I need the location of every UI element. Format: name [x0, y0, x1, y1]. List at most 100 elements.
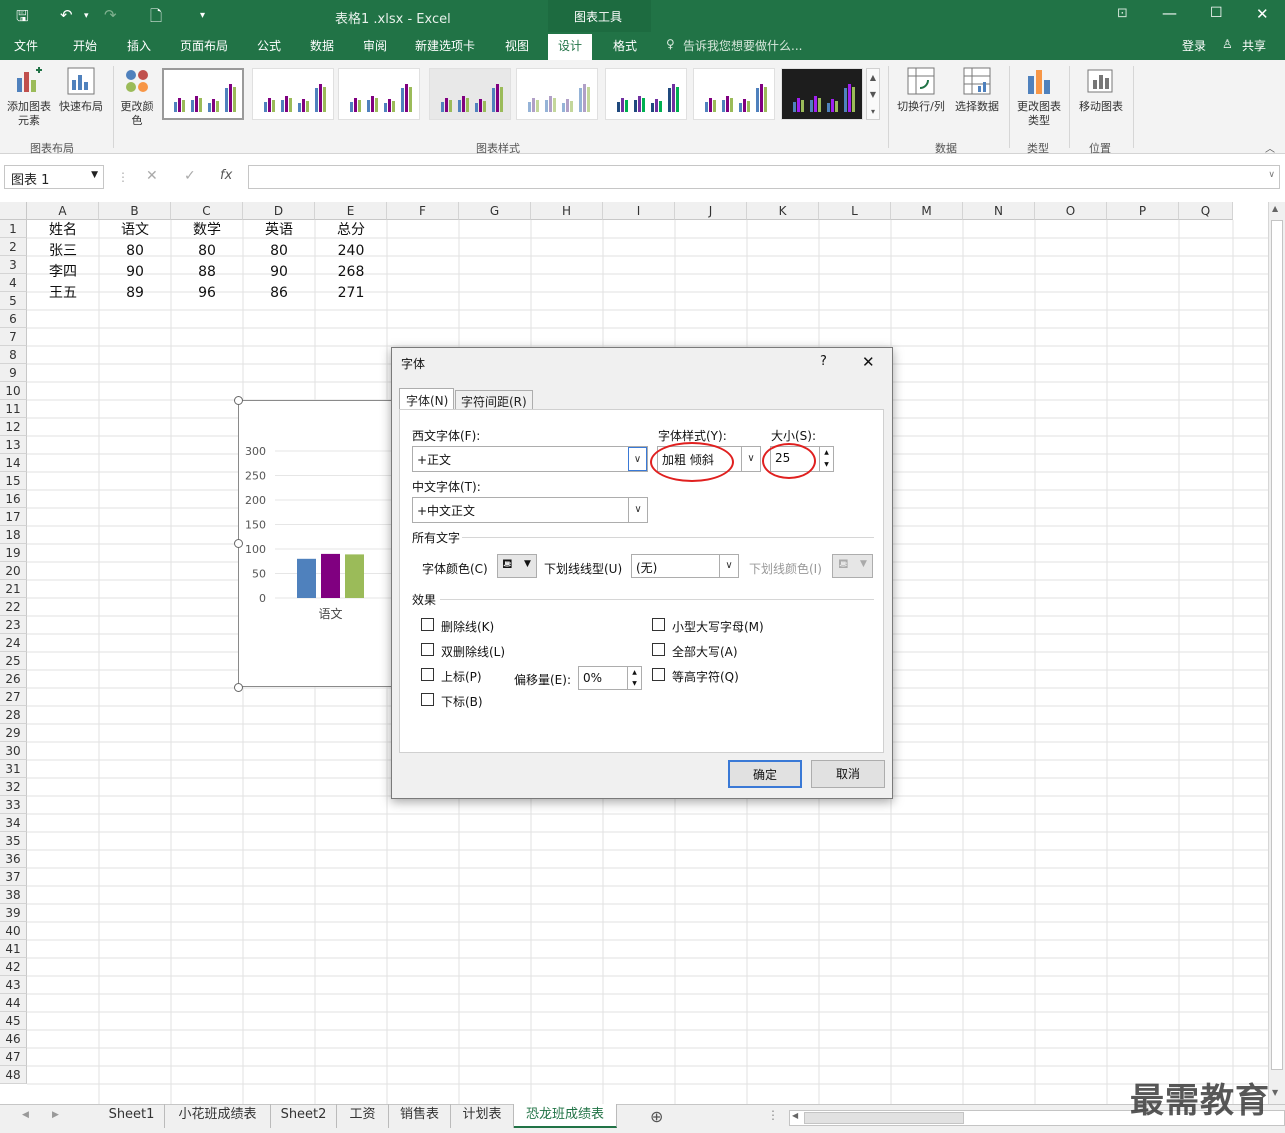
chart-resize-handle[interactable] — [234, 396, 243, 405]
row-header-3[interactable]: 3 — [0, 256, 27, 274]
tell-me-input[interactable]: 告诉我您想要做什么... — [683, 37, 802, 54]
add-sheet-icon[interactable]: ⊕ — [650, 1107, 663, 1126]
quick-layout-button[interactable]: 快速布局 — [56, 100, 106, 114]
row-header-48[interactable]: 48 — [0, 1066, 27, 1084]
column-header-d[interactable]: D — [243, 202, 315, 220]
row-header-22[interactable]: 22 — [0, 598, 27, 616]
row-header-8[interactable]: 8 — [0, 346, 27, 364]
column-header-q[interactable]: Q — [1179, 202, 1233, 220]
chevron-down-icon[interactable]: ∨ — [628, 498, 647, 522]
prev-sheet-icon[interactable]: ◀ — [22, 1110, 29, 1120]
row-header-7[interactable]: 7 — [0, 328, 27, 346]
vertical-scrollbar[interactable]: ▲ ▼ — [1268, 202, 1285, 1104]
subscript-checkbox[interactable] — [421, 693, 434, 706]
cell-b1[interactable]: 语文 — [99, 220, 171, 240]
select-all-corner[interactable] — [0, 202, 27, 220]
undo-icon[interactable]: ↶ — [60, 6, 73, 24]
row-header-44[interactable]: 44 — [0, 994, 27, 1012]
row-header-12[interactable]: 12 — [0, 418, 27, 436]
share-icon[interactable]: ♙ — [1222, 37, 1233, 51]
row-header-1[interactable]: 1 — [0, 220, 27, 238]
row-header-34[interactable]: 34 — [0, 814, 27, 832]
sheet-tab-sales[interactable]: 销售表 — [389, 1104, 451, 1128]
row-header-42[interactable]: 42 — [0, 958, 27, 976]
cell-a1[interactable]: 姓名 — [27, 220, 99, 240]
move-chart-button[interactable]: 移动图表 — [1074, 100, 1128, 114]
chevron-down-icon[interactable]: ∨ — [628, 447, 647, 471]
tab-file[interactable]: 文件 — [14, 37, 38, 54]
ribbon-display-icon[interactable]: ⊡ — [1117, 6, 1128, 21]
cell-c2[interactable]: 80 — [171, 241, 243, 261]
offset-input[interactable]: 0% ▲ ▼ — [578, 666, 642, 690]
chinese-font-select[interactable]: +中文正文 ∨ — [412, 497, 648, 523]
horizontal-scroll-thumb[interactable] — [804, 1112, 964, 1124]
row-header-9[interactable]: 9 — [0, 364, 27, 382]
undo-dropdown-icon[interactable]: ▾ — [84, 11, 89, 21]
row-header-39[interactable]: 39 — [0, 904, 27, 922]
offset-spin-down-icon[interactable]: ▼ — [627, 678, 641, 689]
tab-data[interactable]: 数据 — [310, 37, 334, 54]
row-header-46[interactable]: 46 — [0, 1030, 27, 1048]
chart-object[interactable]: 300 250 200 150 100 50 0 语文 — [238, 400, 399, 687]
sheet-tab-salary[interactable]: 工资 — [337, 1104, 389, 1128]
cell-d3[interactable]: 90 — [243, 262, 315, 282]
cell-e2[interactable]: 240 — [315, 241, 387, 261]
insert-function-icon[interactable]: fx — [220, 168, 232, 183]
sheet-tab-xiaohua[interactable]: 小花班成绩表 — [165, 1104, 271, 1128]
row-header-30[interactable]: 30 — [0, 742, 27, 760]
collapse-ribbon-icon[interactable]: ︿ — [1265, 140, 1275, 155]
tab-home[interactable]: 开始 — [73, 37, 97, 54]
superscript-checkbox[interactable] — [421, 668, 434, 681]
column-header-c[interactable]: C — [171, 202, 243, 220]
column-header-p[interactable]: P — [1107, 202, 1179, 220]
cancel-button[interactable]: 取消 — [811, 760, 885, 788]
maximize-icon[interactable]: ☐ — [1210, 5, 1223, 21]
all-caps-checkbox[interactable] — [652, 643, 665, 656]
row-header-21[interactable]: 21 — [0, 580, 27, 598]
row-header-36[interactable]: 36 — [0, 850, 27, 868]
row-header-29[interactable]: 29 — [0, 724, 27, 742]
row-header-31[interactable]: 31 — [0, 760, 27, 778]
add-chart-element-button[interactable]: 添加图表元素 — [2, 100, 56, 128]
cell-e4[interactable]: 271 — [315, 283, 387, 303]
save-icon[interactable]: 🖫 — [16, 6, 29, 31]
row-header-14[interactable]: 14 — [0, 454, 27, 472]
underline-style-select[interactable]: (无) ∨ — [631, 554, 739, 578]
equal-height-checkbox[interactable] — [652, 668, 665, 681]
vertical-scroll-thumb[interactable] — [1271, 220, 1283, 1070]
row-header-38[interactable]: 38 — [0, 886, 27, 904]
tab-view[interactable]: 视图 — [505, 37, 529, 54]
row-header-33[interactable]: 33 — [0, 796, 27, 814]
tab-character-spacing[interactable]: 字符间距(R) — [455, 390, 533, 410]
row-header-27[interactable]: 27 — [0, 688, 27, 706]
column-header-n[interactable]: N — [963, 202, 1035, 220]
sheet-tab-konglong[interactable]: 恐龙班成绩表 — [514, 1104, 617, 1128]
column-header-a[interactable]: A — [27, 202, 99, 220]
column-header-i[interactable]: I — [603, 202, 675, 220]
close-icon[interactable]: ✕ — [1256, 5, 1269, 23]
column-header-j[interactable]: J — [675, 202, 747, 220]
tab-page-layout[interactable]: 页面布局 — [180, 37, 228, 54]
row-header-45[interactable]: 45 — [0, 1012, 27, 1030]
row-header-32[interactable]: 32 — [0, 778, 27, 796]
formula-input[interactable]: ∨ — [248, 165, 1280, 189]
font-color-picker[interactable]: ⛾ ▼ — [497, 554, 537, 578]
row-header-17[interactable]: 17 — [0, 508, 27, 526]
row-header-15[interactable]: 15 — [0, 472, 27, 490]
offset-spin-up-icon[interactable]: ▲ — [627, 667, 641, 678]
column-header-b[interactable]: B — [99, 202, 171, 220]
row-header-24[interactable]: 24 — [0, 634, 27, 652]
cell-a3[interactable]: 李四 — [27, 262, 99, 282]
tab-new[interactable]: 新建选项卡 — [415, 37, 475, 54]
row-header-28[interactable]: 28 — [0, 706, 27, 724]
column-header-o[interactable]: O — [1035, 202, 1107, 220]
chevron-down-icon[interactable]: ▼ — [524, 559, 531, 569]
scroll-up-icon[interactable]: ▲ — [1272, 204, 1278, 213]
tab-format[interactable]: 格式 — [613, 37, 637, 54]
cell-c4[interactable]: 96 — [171, 283, 243, 303]
cell-a4[interactable]: 王五 — [27, 283, 99, 303]
cell-d2[interactable]: 80 — [243, 241, 315, 261]
sheet-tab-sheet2[interactable]: Sheet2 — [271, 1104, 337, 1128]
row-header-26[interactable]: 26 — [0, 670, 27, 688]
cell-e1[interactable]: 总分 — [315, 220, 387, 240]
